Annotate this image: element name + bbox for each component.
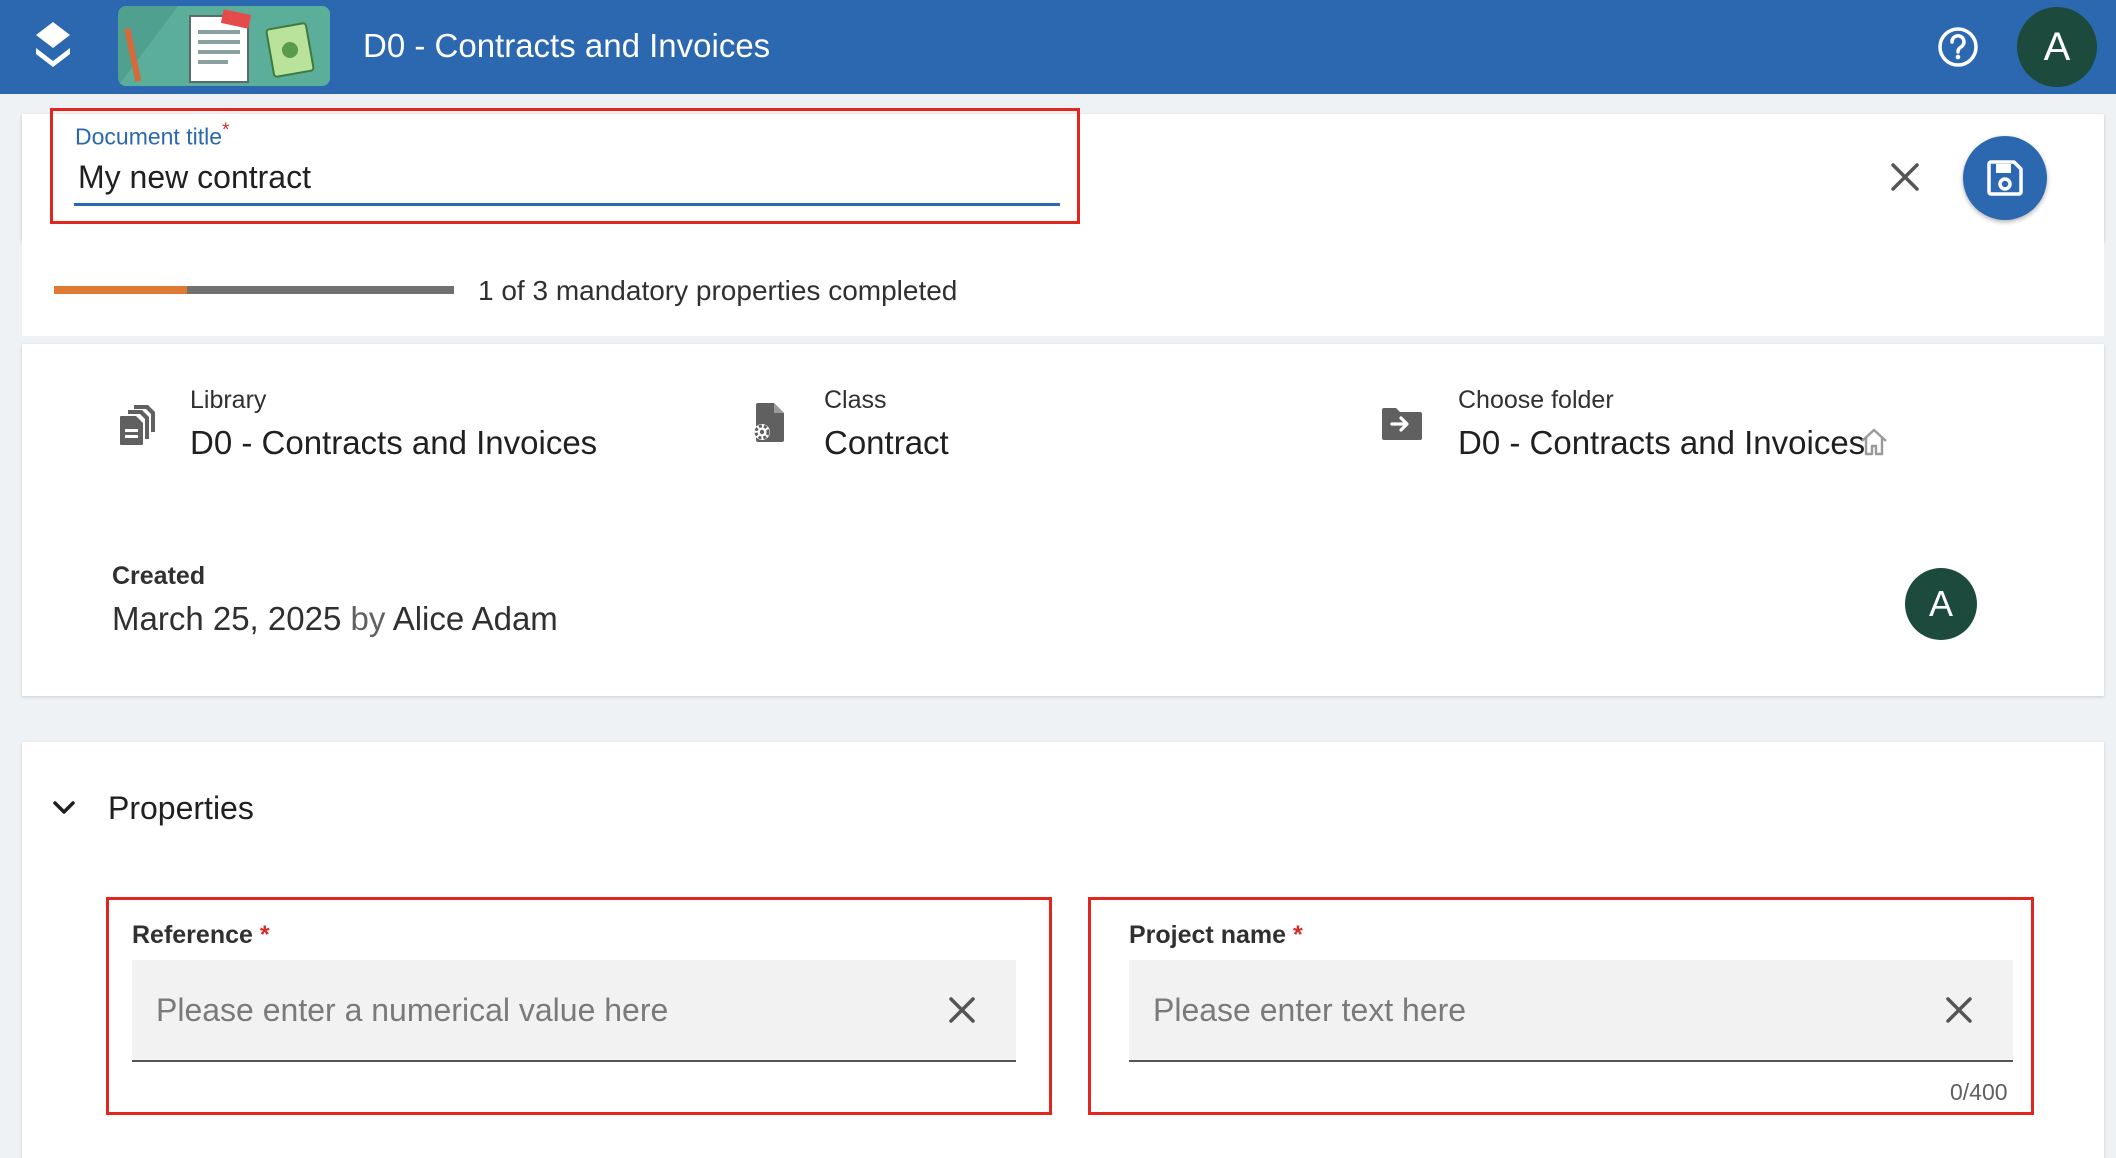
stacked-layers-icon[interactable] xyxy=(30,20,76,74)
save-icon xyxy=(1987,160,2023,196)
class-label: Class xyxy=(824,386,887,414)
folder-label: Choose folder xyxy=(1458,386,1614,414)
mandatory-progress-bar xyxy=(54,286,454,294)
created-author: Alice Adam xyxy=(392,600,558,637)
document-title-input[interactable] xyxy=(74,152,1060,206)
created-date: March 25, 2025 xyxy=(112,600,342,637)
library-label: Library xyxy=(190,386,267,414)
creator-avatar[interactable]: A xyxy=(1905,568,1977,640)
close-icon[interactable] xyxy=(946,994,978,1026)
app-title: D0 - Contracts and Invoices xyxy=(363,27,771,64)
folder-value[interactable]: D0 - Contracts and Invoices xyxy=(1458,424,1865,462)
class-value: Contract xyxy=(824,424,949,461)
project-name-input[interactable] xyxy=(1129,960,1909,1060)
properties-section-title[interactable]: Properties xyxy=(108,790,254,827)
chevron-down-icon[interactable] xyxy=(48,792,80,824)
created-line: March 25, 2025 by Alice Adam xyxy=(112,600,558,638)
reference-field xyxy=(132,960,1016,1062)
library-value: D0 - Contracts and Invoices xyxy=(190,424,598,461)
project-name-field xyxy=(1129,960,2013,1062)
top-app-bar: D0 - Contracts and Invoices A xyxy=(0,0,2116,94)
document-gear-icon xyxy=(754,403,784,442)
reference-input[interactable] xyxy=(132,960,912,1060)
user-avatar[interactable]: A xyxy=(2017,7,2097,87)
document-info-card xyxy=(22,344,2104,696)
project-name-label: Project name * xyxy=(1129,921,1303,949)
created-label: Created xyxy=(112,562,206,590)
help-circle-icon[interactable] xyxy=(1936,25,1980,69)
document-title-label: Document title* xyxy=(75,120,230,150)
progress-text: 1 of 3 mandatory properties completed xyxy=(478,275,958,306)
close-icon[interactable] xyxy=(1943,994,1975,1026)
project-name-char-counter: 0/400 xyxy=(1950,1079,2008,1105)
progress-fill xyxy=(54,286,188,294)
save-button[interactable] xyxy=(1963,136,2047,220)
home-icon[interactable] xyxy=(1858,426,1890,458)
library-documents-icon xyxy=(120,405,155,445)
close-icon[interactable] xyxy=(1888,160,1922,194)
library-banner-image xyxy=(118,6,330,86)
created-by-word: by xyxy=(350,600,386,637)
reference-label: Reference * xyxy=(132,921,270,949)
folder-move-icon[interactable] xyxy=(1380,402,1424,446)
